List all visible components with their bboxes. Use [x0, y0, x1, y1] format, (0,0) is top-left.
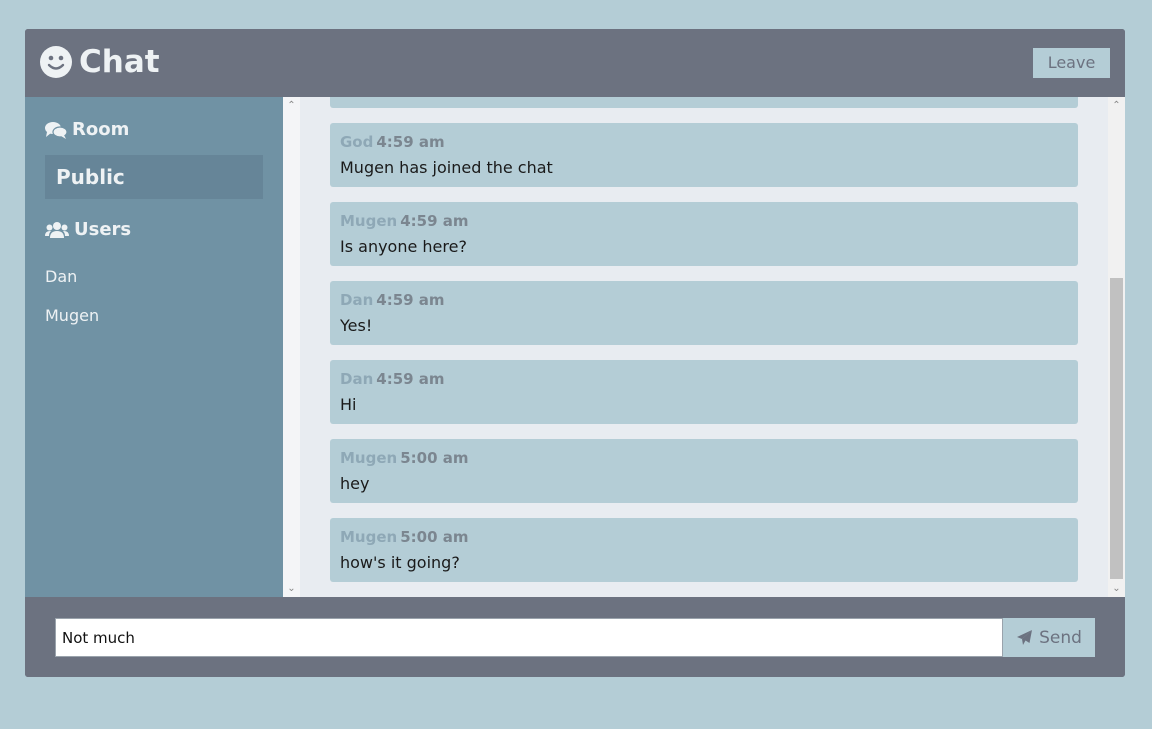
users-icon	[45, 221, 69, 238]
message-meta: God 4:59 am	[340, 133, 445, 151]
sidebar: Room Public Users Dan Mugen	[25, 97, 283, 597]
message-author: God	[340, 133, 374, 151]
message-author: Dan	[340, 370, 374, 388]
message-time: 4:59 am	[400, 212, 469, 230]
message-input[interactable]	[55, 618, 1003, 657]
message-time: 4:59 am	[376, 291, 445, 309]
app-header: Chat Leave	[25, 29, 1125, 97]
chevron-up-icon: ⌃	[287, 100, 296, 111]
leave-button[interactable]: Leave	[1033, 48, 1110, 78]
left-scroll-rail: ⌃ ⌄	[283, 97, 300, 597]
message-list[interactable]: ⌃ ⌄ God 4:59 am Mugen has joined the chat…	[283, 97, 1125, 597]
chevron-down-icon: ⌄	[287, 583, 296, 594]
message-item: Dan 4:59 am Yes!	[330, 281, 1078, 345]
scroll-up-icon[interactable]: ⌃	[1112, 101, 1121, 111]
app-title: Chat	[79, 44, 160, 80]
room-heading-label: Room	[72, 119, 130, 140]
message-meta: Mugen 5:00 am	[340, 449, 469, 467]
message-text: hey	[340, 474, 370, 493]
message-text: how's it going?	[340, 553, 460, 572]
paper-plane-icon	[1017, 630, 1033, 645]
send-label: Send	[1039, 627, 1082, 648]
message-author: Mugen	[340, 528, 398, 546]
message-item: Mugen 5:00 am how's it going?	[330, 518, 1078, 582]
message-time: 5:00 am	[400, 449, 469, 467]
scroll-thumb[interactable]	[1110, 278, 1123, 579]
message-meta: Mugen 4:59 am	[340, 212, 469, 230]
chat-app: Chat Leave Room Public Users Dan Mugen ⌃…	[25, 29, 1125, 677]
message-author: Dan	[340, 291, 374, 309]
message-text: Mugen has joined the chat	[340, 158, 553, 177]
user-list-item: Mugen	[45, 306, 100, 325]
message-meta: Dan 4:59 am	[340, 370, 445, 388]
comments-icon	[45, 121, 67, 139]
smiley-icon	[40, 46, 72, 78]
message-meta: Mugen 5:00 am	[340, 528, 469, 546]
users-heading: Users	[45, 219, 131, 240]
message-item: Dan 4:59 am Hi	[330, 360, 1078, 424]
message-text: Hi	[340, 395, 357, 414]
message-time: 5:00 am	[400, 528, 469, 546]
room-heading: Room	[45, 119, 129, 140]
message-text: Is anyone here?	[340, 237, 467, 256]
message-time: 4:59 am	[376, 133, 445, 151]
send-button[interactable]: Send	[1003, 618, 1095, 657]
message-time: 4:59 am	[376, 370, 445, 388]
room-item-public[interactable]: Public	[45, 155, 263, 199]
message-meta: Dan 4:59 am	[340, 291, 445, 309]
message-scrollbar[interactable]: ⌃ ⌄	[1108, 97, 1125, 597]
message-partial	[330, 97, 1078, 108]
message-author: Mugen	[340, 212, 398, 230]
users-heading-label: Users	[74, 219, 132, 240]
message-item: God 4:59 am Mugen has joined the chat	[330, 123, 1078, 187]
user-list-item: Dan	[45, 267, 78, 286]
message-item: Mugen 4:59 am Is anyone here?	[330, 202, 1078, 266]
composer: Send	[25, 597, 1125, 677]
message-item: Mugen 5:00 am hey	[330, 439, 1078, 503]
scroll-down-icon[interactable]: ⌄	[1112, 584, 1121, 594]
message-author: Mugen	[340, 449, 398, 467]
message-text: Yes!	[340, 316, 373, 335]
